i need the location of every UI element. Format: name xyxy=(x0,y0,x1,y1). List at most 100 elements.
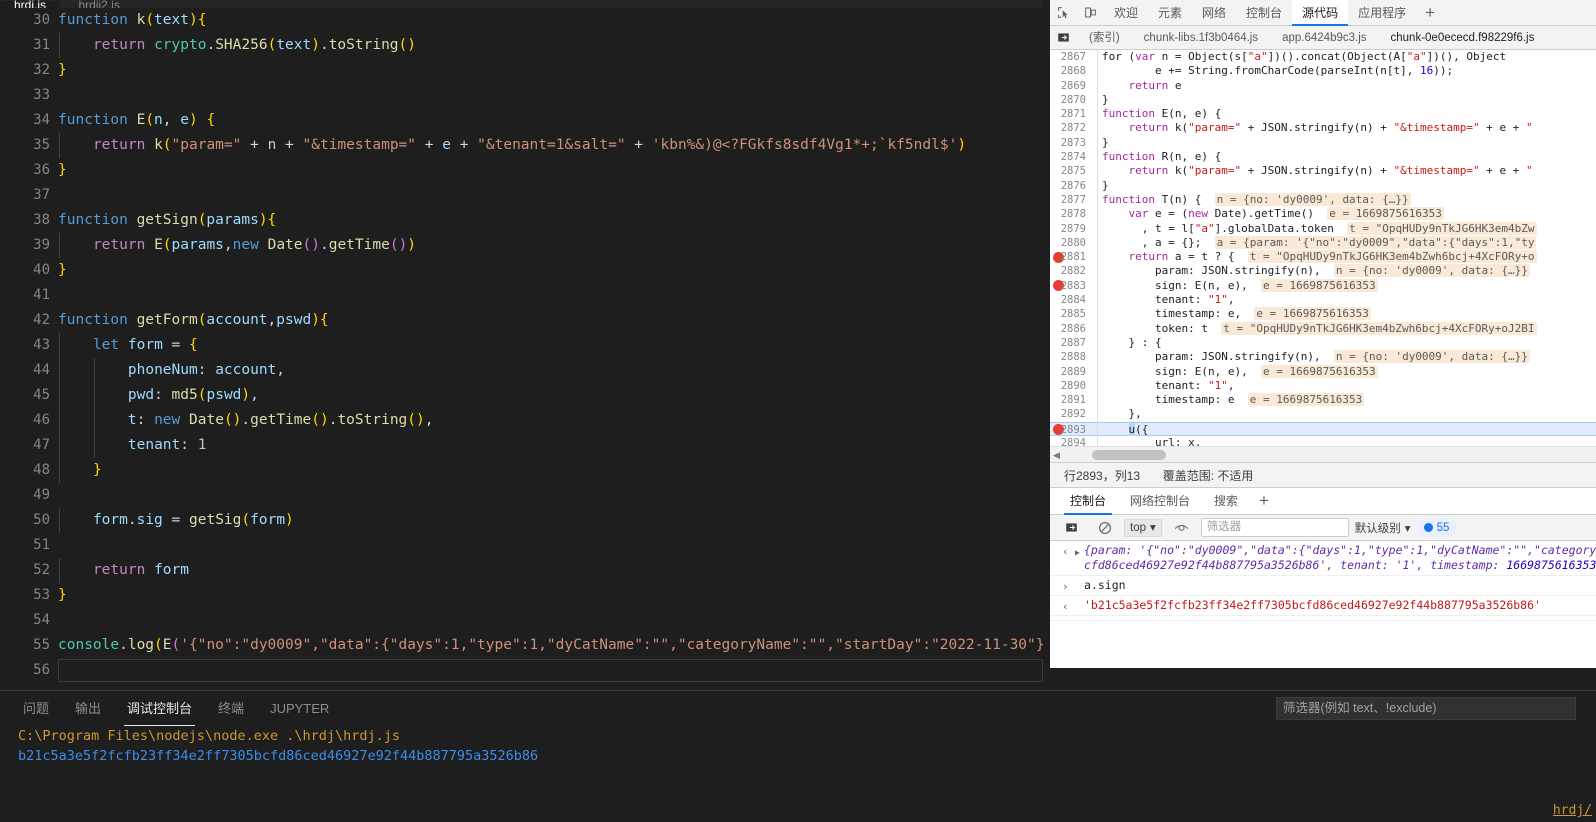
screen-root: hrdj.js hrdjj2.js 30 function k(text){31 … xyxy=(0,0,1596,822)
source-line-number[interactable]: 2883 xyxy=(1050,279,1090,293)
console-row-object[interactable]: ‹ ▶ {param: '{"no":"dy0009","data":{"day… xyxy=(1050,541,1596,576)
devtools-file-index[interactable]: (索引) xyxy=(1077,26,1132,50)
source-line-number[interactable]: 2874 xyxy=(1050,150,1090,164)
source-line-number[interactable]: 2879 xyxy=(1050,222,1090,236)
drawer-tab-search[interactable]: 搜索 xyxy=(1202,488,1250,515)
devtools-file-chunk-0e0ececd[interactable]: chunk-0e0ececd.f98229f6.js xyxy=(1379,26,1547,50)
source-line: 2873} xyxy=(1050,135,1596,151)
source-line-number[interactable]: 2873 xyxy=(1050,136,1090,150)
source-line-number[interactable]: 2894 xyxy=(1050,436,1090,446)
source-line: 2872 return k("param=" + JSON.stringify(… xyxy=(1050,121,1596,136)
source-line-number[interactable]: 2870 xyxy=(1050,93,1090,107)
source-line: 2889 sign: E(n, e), e = 1669875616353 xyxy=(1050,364,1596,379)
clear-console-icon[interactable] xyxy=(1058,516,1085,540)
drawer-tab-network-console[interactable]: 网络控制台 xyxy=(1118,488,1202,515)
devtools-tab-application[interactable]: 应用程序 xyxy=(1348,0,1416,26)
source-line-number[interactable]: 2893 xyxy=(1050,423,1090,437)
inline-value-hint: n = {no: 'dy0009', data: {…}} xyxy=(1214,192,1411,206)
devtools-add-tab-icon[interactable]: + xyxy=(1416,1,1444,25)
drawer-tab-console[interactable]: 控制台 xyxy=(1058,488,1118,515)
panel-tab-0[interactable]: 问题 xyxy=(10,692,62,726)
editor-line-number: 38 xyxy=(33,212,50,228)
source-line-text: tenant: "1", xyxy=(1154,378,1235,392)
console-context-selector[interactable]: top ▾ xyxy=(1124,518,1162,537)
source-line: 2868 e += String.fromCharCode(parseInt(n… xyxy=(1050,64,1596,79)
drawer-add-tab-icon[interactable]: + xyxy=(1250,489,1278,513)
editor-line-text: } xyxy=(58,262,67,278)
source-line-number[interactable]: 2869 xyxy=(1050,79,1090,93)
source-line-text: } xyxy=(1102,135,1109,149)
editor-line-number: 49 xyxy=(33,487,50,503)
source-line-number[interactable]: 2881 xyxy=(1050,250,1090,264)
source-horizontal-scrollbar[interactable]: ◀ xyxy=(1050,446,1596,462)
source-line-number[interactable]: 2882 xyxy=(1050,264,1090,278)
source-line: 2870} xyxy=(1050,92,1596,108)
source-line-number[interactable]: 2888 xyxy=(1050,350,1090,364)
editor-line-text: phoneNum: account, xyxy=(127,362,286,378)
scroll-left-arrow[interactable]: ◀ xyxy=(1053,450,1060,461)
source-line-number[interactable]: 2878 xyxy=(1050,207,1090,221)
devtools-file-app[interactable]: app.6424b9c3.js xyxy=(1270,26,1378,50)
source-line-text: } xyxy=(1102,178,1109,192)
source-line: 2881 return a = t ? { t = "OpqHUDy9nTkJG… xyxy=(1050,250,1596,265)
live-expression-icon[interactable] xyxy=(1168,516,1195,540)
console-row-result[interactable]: ‹ 'b21c5a3e5f2fcfb23ff34e2ff7305bcfd86ce… xyxy=(1050,596,1596,616)
console-level-selector[interactable]: 默认级别 ▾ xyxy=(1355,520,1411,536)
source-line-number[interactable]: 2887 xyxy=(1050,336,1090,350)
panel-tab-4[interactable]: JUPYTER xyxy=(257,692,342,726)
devtools-tab-welcome[interactable]: 欢迎 xyxy=(1104,0,1148,26)
inline-value-hint: n = {no: 'dy0009', data: {…}} xyxy=(1333,350,1530,364)
device-toolbar-icon[interactable] xyxy=(1077,1,1104,25)
debug-console-result: b21c5a3e5f2fcfb23ff34e2ff7305bcfd86ced46… xyxy=(18,748,539,764)
devtools-tab-elements[interactable]: 元素 xyxy=(1148,0,1192,26)
source-line-number[interactable]: 2876 xyxy=(1050,179,1090,193)
console-row-prompt[interactable]: › xyxy=(1050,616,1596,621)
source-line: 2875 return k("param=" + JSON.stringify(… xyxy=(1050,164,1596,179)
console-output-area[interactable]: ‹ ▶ {param: '{"no":"dy0009","data":{"day… xyxy=(1050,541,1596,668)
source-line-number[interactable]: 2877 xyxy=(1050,193,1090,207)
source-line-number[interactable]: 2871 xyxy=(1050,107,1090,121)
source-line-number[interactable]: 2868 xyxy=(1050,64,1090,78)
editor-tab-0[interactable]: hrdj.js xyxy=(0,0,61,8)
editor-line-number: 32 xyxy=(33,62,50,78)
source-line-number[interactable]: 2892 xyxy=(1050,407,1090,421)
panel-filter-input[interactable]: 筛选器(例如 text、!exclude) xyxy=(1276,697,1576,720)
editor-line-number: 30 xyxy=(33,12,50,28)
inspect-element-icon[interactable] xyxy=(1050,1,1077,25)
no-entry-icon[interactable] xyxy=(1091,516,1118,540)
devtools-tab-network[interactable]: 网络 xyxy=(1192,0,1236,26)
debug-console-output: C:\Program Files\nodejs\node.exe .\hrdj\… xyxy=(0,726,1596,766)
source-line-number[interactable]: 2872 xyxy=(1050,121,1090,135)
console-row-command[interactable]: › a.sign xyxy=(1050,576,1596,596)
source-line-number[interactable]: 2867 xyxy=(1050,50,1090,64)
editor-line-number: 41 xyxy=(33,287,50,303)
source-line-number[interactable]: 2885 xyxy=(1050,307,1090,321)
devtools-source-view[interactable]: 2867 for (var n = Object(s["a"])().concat… xyxy=(1050,50,1596,446)
source-line-number[interactable]: 2891 xyxy=(1050,393,1090,407)
console-message-count-badge[interactable]: 55 xyxy=(1416,518,1457,537)
source-line-text: }, xyxy=(1102,407,1142,421)
source-line: 2877 function T(n) { n = {no: 'dy0009', d… xyxy=(1050,192,1596,208)
editor-tab-1[interactable]: hrdjj2.js xyxy=(64,0,133,8)
source-line-number[interactable]: 2889 xyxy=(1050,365,1090,379)
source-line: 2887 } : { xyxy=(1050,335,1596,351)
devtools-file-chunk-libs[interactable]: chunk-libs.1f3b0464.js xyxy=(1132,26,1270,50)
source-line-number[interactable]: 2875 xyxy=(1050,164,1090,178)
expand-triangle-icon[interactable]: ▶ xyxy=(1075,545,1080,560)
panel-tab-3[interactable]: 终端 xyxy=(205,692,257,726)
scrollbar-thumb[interactable] xyxy=(1092,450,1166,460)
panel-source-link[interactable]: hrdj/ xyxy=(1553,803,1592,818)
input-arrow-icon: › xyxy=(1062,580,1069,593)
source-line-number[interactable]: 2890 xyxy=(1050,379,1090,393)
panel-tab-2[interactable]: 调试控制台 xyxy=(114,692,205,726)
console-filter-input[interactable]: 筛选器 xyxy=(1200,518,1349,537)
source-line-number[interactable]: 2886 xyxy=(1050,322,1090,336)
source-line-number[interactable]: 2880 xyxy=(1050,236,1090,250)
devtools-main-tabbar: 欢迎 元素 网络 控制台 源代码 应用程序 + xyxy=(1050,0,1596,26)
panel-tab-1[interactable]: 输出 xyxy=(62,692,114,726)
devtools-tab-sources[interactable]: 源代码 xyxy=(1292,0,1349,26)
navigator-sidebar-icon[interactable] xyxy=(1050,26,1077,50)
devtools-tab-console[interactable]: 控制台 xyxy=(1236,0,1292,26)
source-line-number[interactable]: 2884 xyxy=(1050,293,1090,307)
inline-value-hint: a = {param: '{"no":"dy0009","data":{"day… xyxy=(1214,235,1537,249)
